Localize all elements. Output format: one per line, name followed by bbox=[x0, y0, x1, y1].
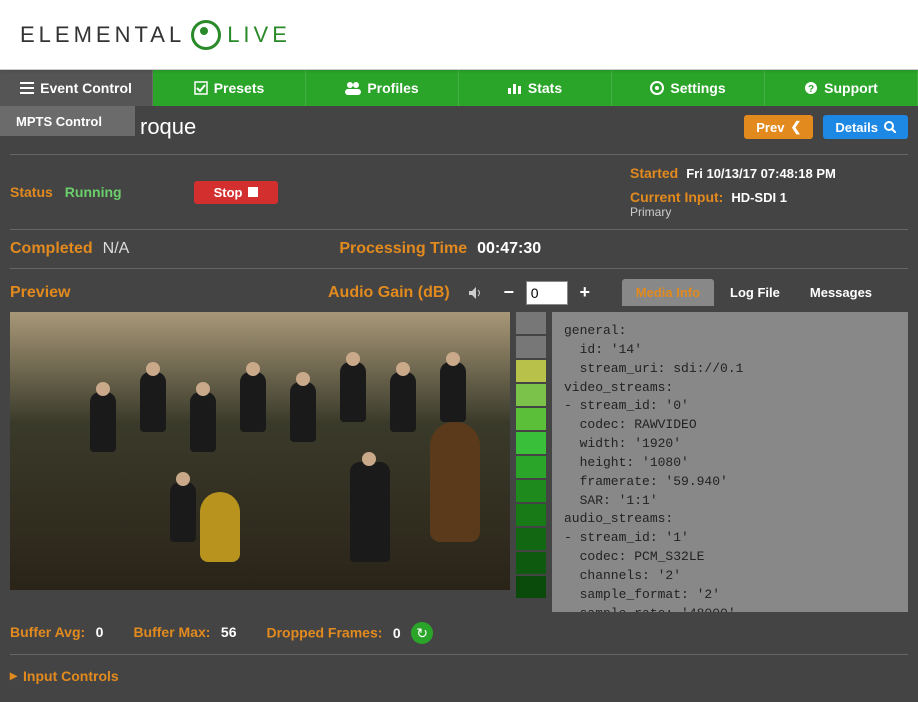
input-controls-label: Input Controls bbox=[23, 668, 119, 684]
input-controls-toggle[interactable]: ▸ Input Controls bbox=[10, 659, 908, 692]
media-info-panel[interactable]: general: id: '14' stream_uri: sdi://0.1 … bbox=[552, 312, 908, 612]
chevron-left-icon: ❮ bbox=[790, 119, 801, 135]
meter-cell bbox=[516, 528, 546, 550]
completed-label: Completed bbox=[10, 240, 93, 258]
started-value: Fri 10/13/17 07:48:18 PM bbox=[686, 166, 836, 181]
subnav-mpts[interactable]: MPTS Control bbox=[0, 106, 135, 136]
dropped-frames-label: Dropped Frames: bbox=[266, 625, 382, 641]
buffer-max-label: Buffer Max: bbox=[133, 624, 210, 640]
chart-icon bbox=[508, 82, 522, 94]
gear-icon bbox=[650, 81, 664, 95]
buffer-max-value: 56 bbox=[221, 624, 237, 640]
status-label: Status bbox=[10, 184, 53, 200]
buffer-avg-label: Buffer Avg: bbox=[10, 624, 85, 640]
refresh-icon: ↻ bbox=[416, 625, 428, 642]
nav-event-control[interactable]: Event Control bbox=[0, 70, 153, 106]
nav-stats[interactable]: Stats bbox=[459, 70, 612, 106]
preview-label: Preview bbox=[10, 284, 310, 302]
nav-label: Event Control bbox=[40, 80, 132, 96]
progress-row: Completed N/A Processing Time 00:47:30 bbox=[10, 234, 908, 264]
preview-header: Preview Audio Gain (dB) − + Media Info L… bbox=[10, 273, 908, 312]
video-preview bbox=[10, 312, 510, 590]
nav-label: Settings bbox=[670, 80, 725, 96]
nav-label: Profiles bbox=[367, 80, 418, 96]
current-input-sub: Primary bbox=[630, 205, 908, 219]
brand-name-1: ELEMENTAL bbox=[20, 22, 185, 48]
meter-cell bbox=[516, 360, 546, 382]
brand-logo: ELEMENTAL LIVE bbox=[20, 20, 291, 50]
stop-icon bbox=[248, 187, 258, 197]
stop-button[interactable]: Stop bbox=[194, 181, 279, 204]
nav-presets[interactable]: Presets bbox=[153, 70, 306, 106]
app-header: ELEMENTAL LIVE bbox=[0, 0, 918, 70]
gain-input[interactable] bbox=[526, 281, 568, 305]
meter-cell bbox=[516, 552, 546, 574]
completed-value: N/A bbox=[103, 240, 130, 258]
current-input-value: HD-SDI 1 bbox=[731, 190, 787, 205]
dropped-frames-value: 0 bbox=[393, 625, 401, 641]
meter-cell bbox=[516, 408, 546, 430]
brand-swirl-icon bbox=[191, 20, 221, 50]
audio-meters bbox=[516, 312, 546, 612]
svg-text:?: ? bbox=[808, 84, 814, 95]
refresh-button[interactable]: ↻ bbox=[411, 622, 433, 644]
nav-profiles[interactable]: Profiles bbox=[306, 70, 459, 106]
meter-cell bbox=[516, 432, 546, 454]
status-row: Status Running Stop Started Fri 10/13/17… bbox=[10, 159, 908, 225]
details-label: Details bbox=[835, 120, 878, 135]
gain-plus-button[interactable]: + bbox=[576, 282, 594, 303]
preview-content: general: id: '14' stream_uri: sdi://0.1 … bbox=[10, 312, 908, 612]
buffer-stats: Buffer Avg: 0 Buffer Max: 56 Dropped Fra… bbox=[10, 612, 908, 650]
meter-cell bbox=[516, 312, 546, 334]
status-value: Running bbox=[65, 184, 122, 200]
buffer-avg-value: 0 bbox=[96, 624, 104, 640]
title-bar: roque Prev ❮ Details bbox=[10, 106, 908, 150]
details-button[interactable]: Details bbox=[823, 115, 908, 139]
search-icon bbox=[884, 121, 896, 133]
tab-messages[interactable]: Messages bbox=[796, 279, 886, 306]
meter-cell bbox=[516, 336, 546, 358]
users-icon bbox=[345, 81, 361, 95]
gain-minus-button[interactable]: − bbox=[500, 282, 518, 303]
meter-cell bbox=[516, 576, 546, 598]
audio-gain-label: Audio Gain (dB) bbox=[328, 284, 450, 302]
nav-support[interactable]: ? Support bbox=[765, 70, 918, 106]
meter-cell bbox=[516, 384, 546, 406]
meter-cell bbox=[516, 480, 546, 502]
prev-button[interactable]: Prev ❮ bbox=[744, 115, 813, 139]
event-title: roque bbox=[140, 114, 196, 140]
processing-time-value: 00:47:30 bbox=[477, 240, 541, 258]
nav-label: Stats bbox=[528, 80, 562, 96]
caret-right-icon: ▸ bbox=[10, 667, 17, 684]
tab-media-info[interactable]: Media Info bbox=[622, 279, 714, 306]
processing-time-label: Processing Time bbox=[339, 240, 467, 258]
prev-label: Prev bbox=[756, 120, 784, 135]
main-nav: Event Control Presets Profiles Stats Set… bbox=[0, 70, 918, 106]
nav-label: Presets bbox=[214, 80, 265, 96]
speaker-icon[interactable] bbox=[468, 286, 482, 300]
meter-cell bbox=[516, 456, 546, 478]
meter-cell bbox=[516, 504, 546, 526]
main-panel: roque Prev ❮ Details Status Running Stop bbox=[0, 106, 918, 702]
check-icon bbox=[194, 81, 208, 95]
help-icon: ? bbox=[804, 81, 818, 95]
menu-icon bbox=[20, 82, 34, 94]
nav-settings[interactable]: Settings bbox=[612, 70, 765, 106]
nav-label: Support bbox=[824, 80, 878, 96]
started-label: Started bbox=[630, 165, 678, 181]
tab-log-file[interactable]: Log File bbox=[716, 279, 794, 306]
brand-name-2: LIVE bbox=[227, 22, 291, 48]
stop-label: Stop bbox=[214, 185, 243, 200]
current-input-label: Current Input: bbox=[630, 189, 723, 205]
